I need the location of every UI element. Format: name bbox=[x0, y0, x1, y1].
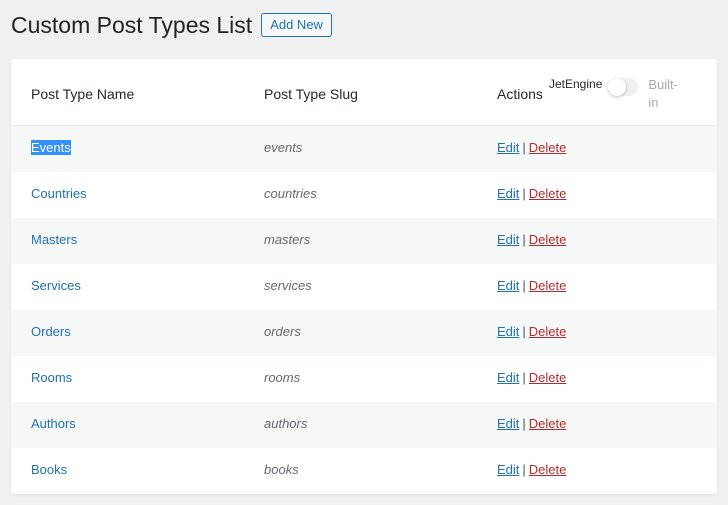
column-header-slug: Post Type Slug bbox=[264, 86, 358, 102]
post-type-name-link[interactable]: Rooms bbox=[31, 370, 72, 385]
row-actions: Edit | Delete bbox=[497, 140, 566, 155]
table-row: Services services Edit | Delete bbox=[11, 264, 717, 310]
post-types-table: Post Type Name Post Type Slug Actions Je… bbox=[11, 59, 717, 494]
table-row: Books books Edit | Delete bbox=[11, 448, 717, 494]
row-actions: Edit | Delete bbox=[497, 324, 566, 339]
toggle-label-built-in: Built-in bbox=[648, 77, 678, 110]
toggle-knob bbox=[608, 78, 627, 96]
delete-link[interactable]: Delete bbox=[529, 140, 567, 155]
post-type-slug: rooms bbox=[264, 370, 301, 385]
action-separator: | bbox=[522, 416, 526, 431]
page-header: Custom Post Types List Add New bbox=[11, 11, 332, 39]
delete-link[interactable]: Delete bbox=[529, 232, 567, 247]
edit-link[interactable]: Edit bbox=[497, 140, 519, 155]
edit-link[interactable]: Edit bbox=[497, 370, 519, 385]
delete-link[interactable]: Delete bbox=[529, 324, 567, 339]
edit-link[interactable]: Edit bbox=[497, 324, 519, 339]
table-row: Orders orders Edit | Delete bbox=[11, 310, 717, 356]
action-separator: | bbox=[522, 232, 526, 247]
row-actions: Edit | Delete bbox=[497, 186, 566, 201]
toggle-label-jetengine: JetEngine bbox=[549, 77, 603, 91]
table-row: Events events Edit | Delete bbox=[11, 126, 717, 172]
table-row: Authors authors Edit | Delete bbox=[11, 402, 717, 448]
post-type-slug: books bbox=[264, 462, 299, 477]
action-separator: | bbox=[522, 278, 526, 293]
post-type-slug: authors bbox=[264, 416, 308, 431]
action-separator: | bbox=[522, 462, 526, 477]
post-type-name-link[interactable]: Masters bbox=[31, 232, 77, 247]
action-separator: | bbox=[522, 140, 526, 155]
edit-link[interactable]: Edit bbox=[497, 462, 519, 477]
row-actions: Edit | Delete bbox=[497, 232, 566, 247]
delete-link[interactable]: Delete bbox=[529, 462, 567, 477]
delete-link[interactable]: Delete bbox=[529, 370, 567, 385]
row-actions: Edit | Delete bbox=[497, 416, 566, 431]
row-actions: Edit | Delete bbox=[497, 278, 566, 293]
table-header: Post Type Name Post Type Slug Actions Je… bbox=[11, 59, 717, 126]
post-type-name-link[interactable]: Books bbox=[31, 462, 67, 477]
delete-link[interactable]: Delete bbox=[529, 278, 567, 293]
table-row: Masters masters Edit | Delete bbox=[11, 218, 717, 264]
delete-link[interactable]: Delete bbox=[529, 416, 567, 431]
post-type-name-link[interactable]: Authors bbox=[31, 416, 76, 431]
edit-link[interactable]: Edit bbox=[497, 278, 519, 293]
post-type-slug: countries bbox=[264, 186, 317, 201]
column-header-name: Post Type Name bbox=[31, 86, 135, 102]
table-row: Countries countries Edit | Delete bbox=[11, 172, 717, 218]
action-separator: | bbox=[522, 324, 526, 339]
post-type-name-link[interactable]: Events bbox=[31, 140, 71, 155]
edit-link[interactable]: Edit bbox=[497, 416, 519, 431]
post-type-slug: masters bbox=[264, 232, 311, 247]
page-title: Custom Post Types List bbox=[11, 12, 253, 38]
post-type-name-link[interactable]: Services bbox=[31, 278, 81, 293]
delete-link[interactable]: Delete bbox=[529, 186, 567, 201]
action-separator: | bbox=[522, 370, 526, 385]
source-toggle-switch[interactable] bbox=[608, 78, 639, 96]
post-type-name-link[interactable]: Orders bbox=[31, 324, 71, 339]
edit-link[interactable]: Edit bbox=[497, 232, 519, 247]
post-type-name-link[interactable]: Countries bbox=[31, 186, 87, 201]
source-toggle-group: JetEngine Built-in bbox=[549, 76, 680, 112]
edit-link[interactable]: Edit bbox=[497, 186, 519, 201]
table-body: Events events Edit | Delete Countries countrie… bbox=[11, 126, 717, 494]
post-type-slug: services bbox=[264, 278, 312, 293]
action-separator: | bbox=[522, 186, 526, 201]
post-type-slug: events bbox=[264, 140, 303, 155]
table-row: Rooms rooms Edit | Delete bbox=[11, 356, 717, 402]
add-new-button[interactable]: Add New bbox=[261, 13, 332, 37]
post-type-slug: orders bbox=[264, 324, 301, 339]
column-header-actions: Actions bbox=[497, 86, 543, 102]
row-actions: Edit | Delete bbox=[497, 370, 566, 385]
row-actions: Edit | Delete bbox=[497, 462, 566, 477]
